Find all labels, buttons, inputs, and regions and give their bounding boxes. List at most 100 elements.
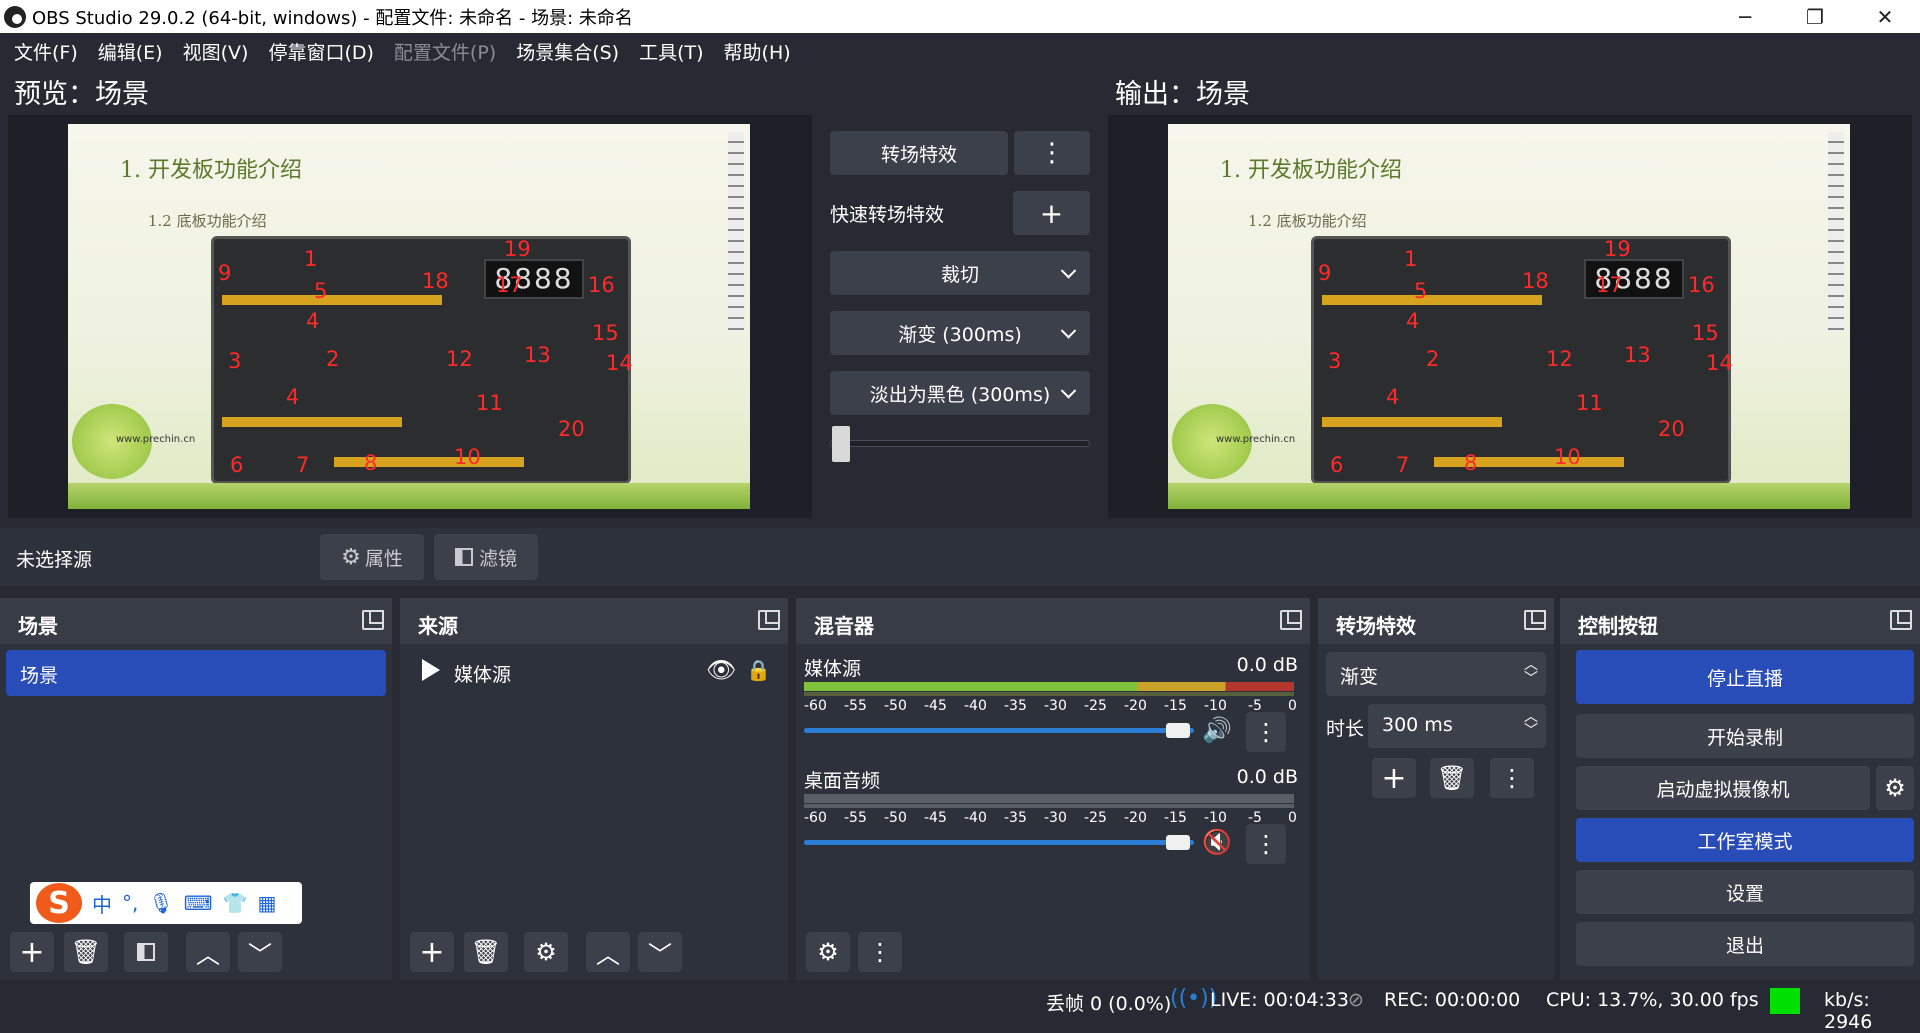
microphone-icon[interactable]: 🎙 (148, 891, 173, 915)
menu-view[interactable]: 视图(V) (183, 38, 249, 65)
keyboard-icon[interactable]: ⌨ (184, 891, 213, 915)
more-vertical-icon: ⋮ (868, 938, 892, 966)
speaker-icon[interactable]: 🔊 (1202, 716, 1232, 744)
close-button[interactable]: ✕ (1850, 0, 1920, 33)
undock-icon[interactable] (758, 610, 780, 630)
remove-transition-button[interactable]: 🗑 (1430, 758, 1474, 798)
add-scene-button[interactable]: + (10, 932, 54, 972)
properties-button[interactable]: ⚙ 属性 (320, 534, 424, 580)
studio-mode-button[interactable]: 工作室模式 (1576, 818, 1914, 862)
settings-button[interactable]: 设置 (1576, 870, 1914, 914)
transition-button[interactable]: 转场特效 (830, 131, 1008, 175)
more-vertical-icon: ⋮ (1500, 764, 1524, 792)
volume-slider[interactable] (804, 840, 1194, 845)
chevron-down-icon: ﹀ (648, 940, 672, 969)
exit-button[interactable]: 退出 (1576, 922, 1914, 966)
transitions-dock-title: 转场特效 (1318, 598, 1554, 644)
duration-input[interactable]: 300 ms ︿ ﹀ (1368, 704, 1546, 748)
menu-edit[interactable]: 编辑(E) (98, 38, 163, 65)
add-quick-transition-button[interactable]: + (1013, 191, 1090, 235)
mixer-channel-name: 桌面音频 (804, 770, 881, 792)
minimize-button[interactable]: ─ (1710, 0, 1780, 33)
trash-icon: 🗑 (70, 938, 102, 966)
add-source-button[interactable]: + (410, 932, 454, 972)
slide-toolbar (1828, 132, 1844, 332)
scene-item[interactable]: 场景 (6, 650, 386, 696)
restore-button[interactable]: ❐ (1780, 0, 1850, 33)
volume-slider-handle[interactable] (1166, 835, 1190, 850)
menu-docks[interactable]: 停靠窗口(D) (268, 38, 373, 65)
controls-dock-title: 控制按钮 (1560, 598, 1920, 644)
source-properties-button[interactable]: ⚙ (524, 932, 568, 972)
scene-filters-button[interactable] (124, 932, 168, 972)
skin-icon[interactable]: 👕 (223, 891, 248, 915)
undock-icon[interactable] (1524, 610, 1546, 630)
volume-slider-handle[interactable] (1166, 723, 1190, 738)
quick-transition-fade-black[interactable]: 淡出为黑色 (300ms) (830, 371, 1090, 415)
source-item[interactable]: 媒体源 👁 🔒 (406, 650, 782, 696)
label-6: 6 (230, 453, 244, 477)
ime-toolbar[interactable]: S 中 °, 🎙 ⌨ 👕 ▦ (30, 882, 302, 924)
move-scene-down-button[interactable]: ﹀ (238, 932, 282, 972)
label-18: 18 (422, 269, 449, 293)
stop-streaming-button[interactable]: 停止直播 (1576, 650, 1914, 704)
transition-select[interactable]: 渐变 ︿ ﹀ (1326, 652, 1546, 696)
tbar-handle[interactable] (832, 426, 850, 462)
label-19: 19 (1604, 237, 1631, 261)
remove-source-button[interactable]: 🗑 (464, 932, 508, 972)
add-transition-button[interactable]: + (1372, 758, 1416, 798)
gears-icon: ⚙ (817, 938, 839, 966)
transition-properties-button[interactable]: ⋮ (1490, 758, 1534, 798)
start-recording-button[interactable]: 开始录制 (1576, 714, 1914, 758)
recording-icon: ⊘ (1348, 989, 1364, 1011)
remove-scene-button[interactable]: 🗑 (64, 932, 108, 972)
menu-tools[interactable]: 工具(T) (639, 38, 703, 65)
menu-file[interactable]: 文件(F) (14, 38, 78, 65)
preview-canvas[interactable]: 1. 开发板功能介绍 1.2 底板功能介绍 8888 1 2 3 4 4 5 6… (68, 124, 750, 509)
volume-slider[interactable] (804, 728, 1194, 733)
move-source-down-button[interactable]: ﹀ (638, 932, 682, 972)
spinner-icon[interactable]: ︿ ﹀ (1524, 710, 1538, 738)
ime-punct-toggle[interactable]: °, (122, 891, 138, 915)
quick-transition-fade[interactable]: 渐变 (300ms) (830, 311, 1090, 355)
ime-lang-toggle[interactable]: 中 (92, 889, 112, 918)
label-9: 9 (218, 261, 232, 285)
menu-help[interactable]: 帮助(H) (724, 38, 791, 65)
sources-dock: 来源 媒体源 👁 🔒 + 🗑 ⚙ ︿ ﹀ (400, 598, 788, 980)
more-vertical-icon: ⋮ (1254, 718, 1278, 746)
menu-scene-collection[interactable]: 场景集合(S) (516, 38, 619, 65)
slide-title: 1. 开发板功能介绍 (120, 158, 302, 183)
menu-profile[interactable]: 配置文件(P) (394, 38, 496, 65)
window-title: OBS Studio 29.0.2 (64-bit, windows) - 配置… (32, 7, 633, 29)
label-19: 19 (504, 237, 531, 261)
transition-menu-button[interactable]: ⋮ (1014, 131, 1090, 175)
label-7: 7 (1396, 453, 1410, 477)
undock-icon[interactable] (1890, 610, 1912, 630)
channel-menu-button[interactable]: ⋮ (1246, 824, 1286, 864)
slide-footer: www.prechin.cn (116, 434, 196, 445)
filters-button[interactable]: 滤镜 (434, 534, 538, 580)
slide-footer: www.prechin.cn (1216, 434, 1296, 445)
pin-header (1322, 295, 1542, 305)
tbar-track[interactable] (830, 440, 1090, 447)
lock-icon[interactable]: 🔒 (746, 658, 771, 682)
label-17: 17 (496, 273, 523, 297)
move-source-up-button[interactable]: ︿ (586, 932, 630, 972)
cpu-fps: CPU: 13.7%, 30.00 fps (1546, 989, 1759, 1011)
apps-icon[interactable]: ▦ (258, 891, 277, 915)
muted-speaker-icon[interactable]: 🔇 (1202, 828, 1232, 856)
undock-icon[interactable] (1280, 610, 1302, 630)
channel-menu-button[interactable]: ⋮ (1246, 712, 1286, 752)
tick-label: -35 (1004, 810, 1027, 826)
program-canvas: 1. 开发板功能介绍 1.2 底板功能介绍 8888 1 2 3 4 4 5 6… (1168, 124, 1850, 509)
obs-logo-icon (4, 5, 26, 28)
virtual-camera-button[interactable]: 启动虚拟摄像机 (1576, 766, 1870, 810)
eye-icon[interactable]: 👁 (706, 656, 736, 684)
quick-transition-cut[interactable]: 裁切 (830, 251, 1090, 295)
virtual-camera-settings-button[interactable]: ⚙ (1876, 766, 1914, 810)
move-scene-up-button[interactable]: ︿ (186, 932, 230, 972)
advanced-audio-button[interactable]: ⚙ (806, 932, 850, 972)
undock-icon[interactable] (362, 610, 384, 630)
mixer-menu-button[interactable]: ⋮ (858, 932, 902, 972)
mixer-dock-title: 混音器 (796, 598, 1310, 644)
